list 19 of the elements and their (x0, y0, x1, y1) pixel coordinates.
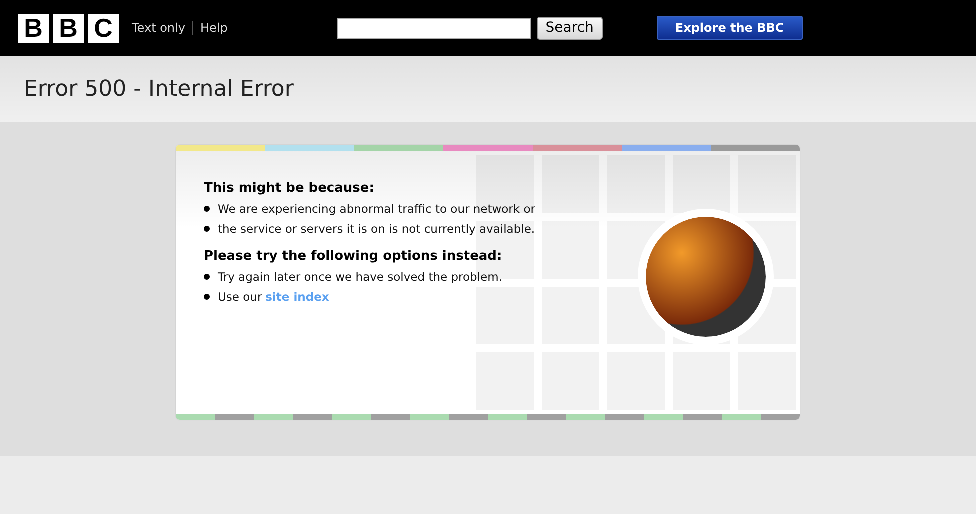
bullet-icon (204, 206, 210, 212)
list-item-text: Use our site index (218, 290, 330, 304)
header-link[interactable]: Help (200, 21, 228, 35)
page-title: Error 500 - Internal Error (24, 76, 294, 102)
bullet-icon (204, 294, 210, 300)
list-item-text: We are experiencing abnormal traffic to our network or (218, 202, 536, 216)
list-item-text: the service or servers it is on is not currently available. (218, 222, 536, 236)
search-field[interactable] (336, 18, 531, 38)
section-heading: This might be because: (204, 181, 376, 196)
search-button[interactable]: Search (536, 16, 603, 40)
list-item-text: Try again later once we have solved the problem. (218, 270, 502, 284)
logo-letter[interactable]: B (18, 14, 49, 42)
section-heading: Please try the following options instead: (204, 249, 504, 264)
bullet-icon (204, 226, 210, 232)
explore-button[interactable]: Explore the BBC (656, 16, 803, 40)
logo-letter[interactable]: C (88, 14, 119, 42)
logo-letter[interactable]: B (53, 14, 84, 42)
bullet-icon (204, 274, 210, 280)
header-link[interactable]: Text only (132, 21, 186, 35)
